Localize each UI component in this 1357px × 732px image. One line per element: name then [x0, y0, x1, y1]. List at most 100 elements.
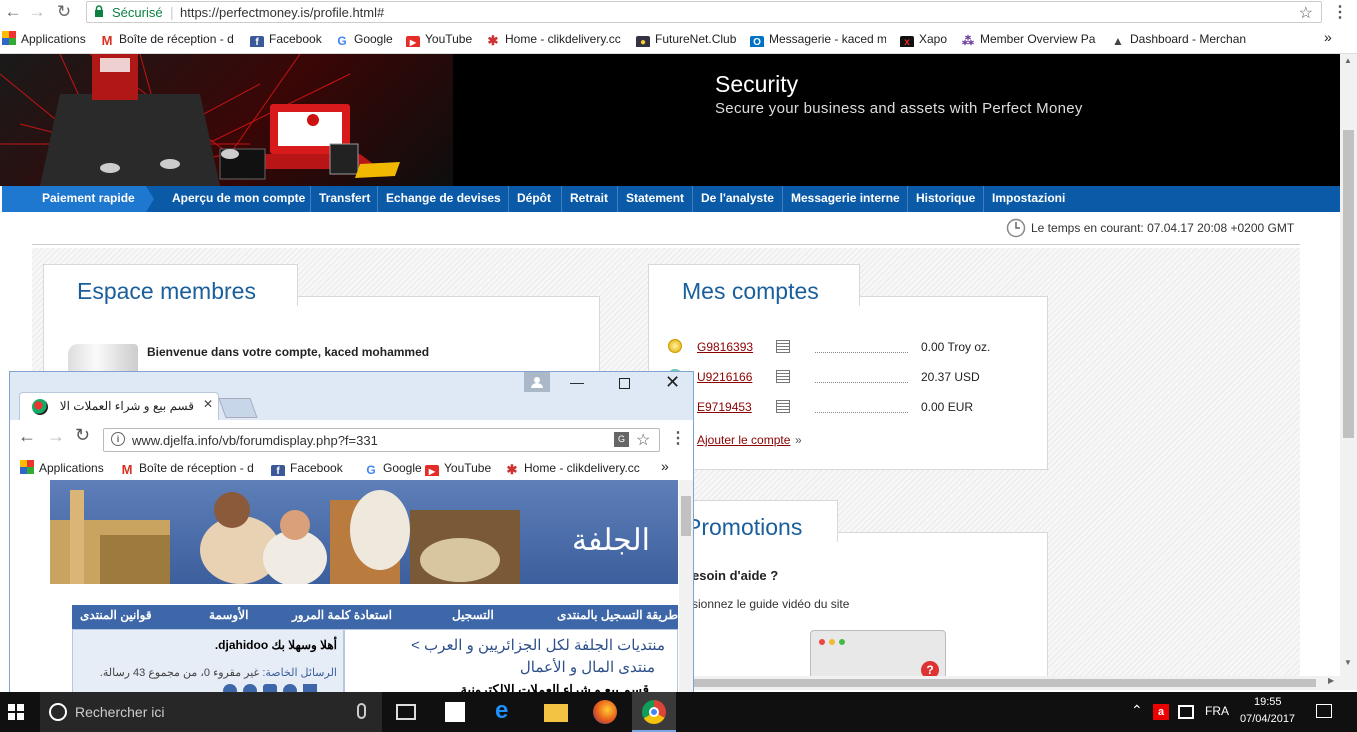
address-bar[interactable]: Sécurisé | https://perfectmoney.is/profi…	[86, 1, 1322, 23]
nav-apercu[interactable]: Aperçu de mon compte	[163, 186, 311, 212]
nav-analyste[interactable]: De l'analyste	[692, 186, 783, 212]
url-text[interactable]: https://perfectmoney.is/profile.html#	[180, 5, 384, 20]
bookmark-facebook[interactable]: f Facebook	[250, 31, 322, 47]
chrome-taskbar-active[interactable]	[632, 692, 676, 732]
minimize-icon[interactable]: —	[570, 374, 584, 390]
forum-menu-icon[interactable]: ⋮	[670, 428, 686, 448]
nav-messagerie[interactable]: Messagerie interne	[782, 186, 908, 212]
forum-scrollbar-thumb[interactable]	[681, 496, 691, 536]
firefox-icon[interactable]	[593, 700, 617, 724]
menu-register[interactable]: التسجيل	[452, 608, 494, 622]
forum-bookmark-gmail[interactable]: M Boîte de réception - d	[120, 460, 260, 476]
statement-icon[interactable]	[776, 400, 790, 413]
breadcrumb-forum-home[interactable]: منتديات الجلفة لكل الجزائريين و العرب >	[411, 636, 665, 654]
tab-close-icon[interactable]: ✕	[203, 397, 213, 411]
forum-bookmark-applications[interactable]: Applications	[20, 460, 104, 476]
nav-retrait[interactable]: Retrait	[561, 186, 618, 212]
star-icon[interactable]: ☆	[1299, 3, 1313, 23]
maximize-icon[interactable]	[619, 378, 630, 389]
translate-icon[interactable]: G	[614, 432, 629, 447]
notifications-icon[interactable]	[1316, 704, 1332, 718]
menu-password-recovery[interactable]: استعادة كلمة المرور	[292, 608, 392, 622]
forum-address-bar[interactable]: i www.djelfa.info/vb/forumdisplay.php?f=…	[103, 428, 660, 452]
info-icon[interactable]: i	[111, 432, 125, 446]
bookmark-xapo[interactable]: x Xapo	[900, 31, 947, 47]
futurenet-icon: ●	[636, 36, 650, 47]
menu-forum-rules[interactable]: قوانين المنتدى	[80, 608, 152, 622]
scroll-right-icon[interactable]: ▶	[1328, 676, 1334, 685]
bookmark-applications[interactable]: Applications	[2, 31, 86, 47]
new-tab-button[interactable]	[218, 398, 258, 418]
edge-icon[interactable]: e	[495, 699, 519, 724]
back-icon[interactable]: ←	[3, 2, 23, 22]
clock-date[interactable]: 07/04/2017	[1240, 713, 1295, 725]
close-icon[interactable]: ✕	[665, 372, 680, 393]
network-icon[interactable]	[1178, 705, 1194, 719]
nav-transfert[interactable]: Transfert	[310, 186, 378, 212]
statement-icon[interactable]	[776, 340, 790, 353]
microphone-icon[interactable]	[357, 703, 366, 719]
account-eur[interactable]: E9719453	[697, 400, 752, 414]
forum-star-icon[interactable]: ☆	[636, 430, 650, 450]
nav-paiement-rapide[interactable]: Paiement rapide	[2, 186, 154, 212]
forum-reload-icon[interactable]: ↻	[75, 425, 90, 446]
scroll-up-icon[interactable]: ▲	[1344, 56, 1352, 65]
nav-echange[interactable]: Echange de devises	[377, 186, 509, 212]
breadcrumb-finance[interactable]: منتدى المال و الأعمال	[520, 658, 655, 676]
scrollbar-thumb[interactable]	[1343, 130, 1354, 438]
scroll-down-icon[interactable]: ▼	[1344, 658, 1352, 667]
vertical-scrollbar[interactable]: ▲ ▼	[1340, 54, 1357, 690]
forum-bookmark-google[interactable]: G Google	[364, 460, 422, 476]
bookmark-member[interactable]: ⁂ Member Overview Pa	[961, 31, 1099, 47]
account-gold[interactable]: G9816393	[697, 340, 753, 354]
video-guide-thumbnail[interactable]: ?	[810, 630, 946, 680]
store-icon[interactable]	[445, 702, 465, 722]
forum-back-icon[interactable]: ←	[18, 426, 36, 447]
bookmark-futurenet[interactable]: ● FutureNet.Club	[636, 31, 736, 47]
forum-url[interactable]: www.djelfa.info/vb/forumdisplay.php?f=33…	[132, 433, 378, 448]
promotions-title: Promotions	[686, 514, 803, 540]
language-indicator[interactable]: FRA	[1205, 704, 1229, 718]
bookmark-youtube[interactable]: ▶ YouTube	[406, 31, 472, 47]
profile-button[interactable]	[524, 372, 550, 392]
bookmark-outlook[interactable]: O Messagerie - kaced m	[750, 31, 886, 47]
file-explorer-icon[interactable]	[544, 704, 568, 722]
show-hidden-icons[interactable]: ⌃	[1131, 702, 1143, 719]
forum-bookmarks-overflow[interactable]: »	[661, 458, 669, 474]
forum-bookmark-facebook[interactable]: f Facebook	[271, 460, 343, 476]
forum-bookmark-clikdelivery[interactable]: ✱ Home - clikdelivery.cc	[505, 460, 645, 476]
account-usd[interactable]: U9216166	[697, 370, 752, 384]
apps-grid-icon	[20, 460, 34, 474]
windows-start-icon[interactable]	[8, 704, 24, 720]
forum-bookmark-youtube[interactable]: ▶ YouTube	[425, 460, 491, 476]
clock-time[interactable]: 19:55	[1254, 696, 1282, 708]
bookmarks-overflow[interactable]: »	[1324, 29, 1332, 45]
add-account-link[interactable]: Ajouter le compte	[697, 433, 790, 447]
bookmark-gmail[interactable]: M Boîte de réception - d	[100, 31, 238, 47]
horizontal-scrollbar[interactable]: ▶	[680, 676, 1340, 690]
antivirus-icon[interactable]: a	[1153, 704, 1169, 720]
bookmark-google[interactable]: G Google	[335, 31, 393, 47]
nav-statement[interactable]: Statement	[617, 186, 693, 212]
nav-historique[interactable]: Historique	[907, 186, 984, 212]
bookmark-dashboard[interactable]: ▲ Dashboard - Merchan	[1111, 31, 1247, 47]
task-view-icon[interactable]	[396, 704, 416, 720]
forum-scrollbar[interactable]	[679, 480, 693, 695]
nav-depot[interactable]: Dépôt	[508, 186, 562, 212]
facebook-icon: f	[250, 36, 264, 47]
nav-impostazioni[interactable]: Impostazioni	[983, 186, 1077, 212]
statement-icon[interactable]	[776, 370, 790, 383]
menu-medals[interactable]: الأوسمة	[209, 608, 248, 622]
taskbar-search[interactable]: Rechercher ici	[40, 692, 382, 732]
h-scrollbar-thumb[interactable]	[680, 679, 1316, 687]
forum-menu-bar: قوانين المنتدى الأوسمة استعادة كلمة المر…	[72, 605, 678, 629]
forum-tab[interactable]: قسم بيع و شراء العملات الا ✕	[19, 392, 219, 420]
forward-icon[interactable]: →	[27, 2, 47, 22]
reload-icon[interactable]: ↻	[54, 2, 74, 22]
forum-forward-icon[interactable]: →	[47, 426, 65, 447]
hero-banner: Security Secure your business and assets…	[0, 54, 1340, 187]
tab-strip: — ✕ قسم بيع و شراء العملات الا ✕	[10, 372, 693, 420]
bookmark-clikdelivery[interactable]: ✱ Home - clikdelivery.cc	[486, 31, 624, 47]
menu-registration-method[interactable]: طريقة التسجيل بالمنتدى	[534, 608, 678, 622]
menu-icon[interactable]: ⋮	[1332, 2, 1348, 22]
